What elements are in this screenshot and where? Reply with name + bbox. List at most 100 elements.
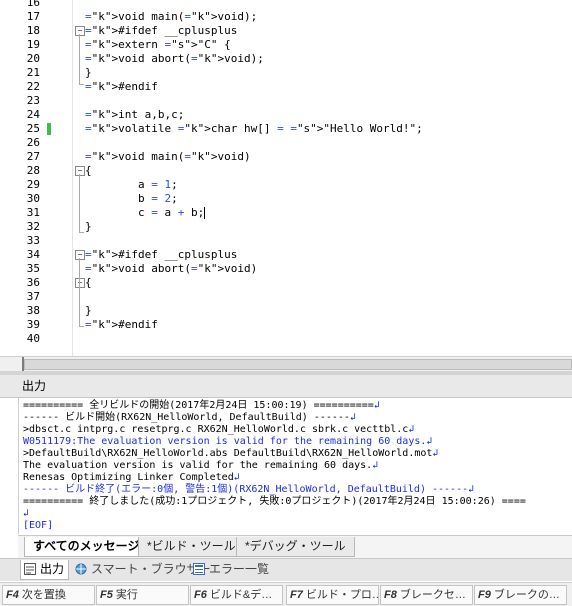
output-line: ------ ビルド開始(RX62N_HelloWorld, DefaultBu… xyxy=(23,412,356,423)
code-line[interactable]: 26 xyxy=(0,136,572,150)
line-number: 24 xyxy=(26,108,40,121)
function-key-f6-button[interactable]: F6 ビルド&デ… xyxy=(190,585,283,605)
function-key-f7-button[interactable]: F7 ビルド・プロ… xyxy=(286,585,379,605)
output-text-area[interactable]: ========== 全リビルドの開始(2017年2月24日 15:00:19)… xyxy=(18,398,572,534)
fold-toggle-icon[interactable]: − xyxy=(75,250,85,260)
smart-browser-icon xyxy=(75,563,87,575)
output-line: >dbsct.c intprg.c resetprg.c RX62N_Hello… xyxy=(23,424,415,435)
code-line[interactable]: 32} xyxy=(0,220,572,234)
code-line[interactable]: 35 ="k">void abort(="k">void) xyxy=(0,262,572,276)
code-text: { xyxy=(85,164,92,177)
code-line[interactable]: 24 ="k">int a,b,c; xyxy=(0,108,572,122)
line-number: 19 xyxy=(26,38,40,51)
code-line[interactable]: 20 ="k">void abort(="k">void); xyxy=(0,52,572,66)
text-caret xyxy=(204,207,206,219)
code-text: ="k">void main(="k">void) xyxy=(85,150,251,163)
line-break-glyph-icon: ↲ xyxy=(408,424,415,435)
code-text: ="k">volatile ="k">char hw[] = ="s">"Hel… xyxy=(85,122,423,135)
tab-output[interactable]: 出力 xyxy=(20,560,70,580)
line-break-glyph-icon: ↲ xyxy=(468,484,475,495)
line-number: 31 xyxy=(26,206,40,219)
line-number: 39 xyxy=(26,318,40,331)
code-line[interactable]: 23 xyxy=(0,94,572,108)
code-text: } xyxy=(85,66,92,79)
fold-guide-end xyxy=(79,326,84,327)
line-number: 30 xyxy=(26,192,40,205)
line-number: 40 xyxy=(26,332,40,345)
tab-build-tool[interactable]: *ビルド・ツール xyxy=(138,537,245,557)
function-key-f5-button[interactable]: F5 実行 xyxy=(96,585,189,605)
line-break-glyph-icon: ↲ xyxy=(23,508,30,519)
code-line[interactable]: 28 −{ xyxy=(0,164,572,178)
fold-toggle-icon[interactable]: − xyxy=(75,278,85,288)
line-break-glyph-icon: ↲ xyxy=(372,460,379,471)
output-icon xyxy=(24,563,36,575)
code-line[interactable]: 18 − ="k">#ifdef __cplusplus xyxy=(0,24,572,38)
output-line: ========== 終了しました(成功:1プロジェクト, 失敗:0プロジェクト… xyxy=(23,496,526,507)
line-number: 26 xyxy=(26,136,40,149)
line-number: 28 xyxy=(26,164,40,177)
code-line[interactable]: 29 a = 1; xyxy=(0,178,572,192)
function-key-bar: F4 次を置換 F5 実行 F6 ビルド&デ… F7 ビルド・プロ… F8 ブレークセ…… xyxy=(0,582,572,606)
line-break-glyph-icon: ↲ xyxy=(233,472,240,483)
output-line: >DefaultBuild\RX62N_HelloWorld.abs Defau… xyxy=(23,448,439,459)
line-number: 16 xyxy=(26,0,40,9)
function-key-f4-button[interactable]: F4 次を置換 xyxy=(2,585,95,605)
line-number: 36 xyxy=(26,276,40,289)
code-line[interactable]: 21} xyxy=(0,66,572,80)
code-text: ="k">#endif xyxy=(85,80,158,93)
output-line: The evaluation version is valid for the … xyxy=(23,460,379,471)
code-line[interactable]: 33 xyxy=(0,234,572,248)
function-key-f8-button[interactable]: F8 ブレークセ… xyxy=(380,585,473,605)
tab-all-messages[interactable]: すべてのメッセージ xyxy=(24,537,149,557)
line-number: 34 xyxy=(26,248,40,261)
line-break-glyph-icon: ↲ xyxy=(432,448,439,459)
line-number: 17 xyxy=(26,10,40,23)
code-line[interactable]: 40 xyxy=(0,332,572,346)
code-line[interactable]: 31 c = a + b; xyxy=(0,206,572,220)
code-line[interactable]: 34 − ="k">#ifdef __cplusplus xyxy=(0,248,572,262)
scrollbar-thumb[interactable] xyxy=(24,359,572,370)
code-text: ="k">void main(="k">void); xyxy=(85,10,258,23)
code-line[interactable]: 36 −{ xyxy=(0,276,572,290)
code-text: b = 2; xyxy=(85,192,178,205)
line-break-glyph-icon: ↲ xyxy=(426,436,433,447)
line-number: 21 xyxy=(26,66,40,79)
code-editor[interactable]: 16 17 ="k">void main(="k">void); 18− ="k">#i… xyxy=(0,0,572,356)
fold-toggle-icon[interactable]: − xyxy=(75,26,85,36)
line-number: 27 xyxy=(26,150,40,163)
line-number: 18 xyxy=(26,24,40,37)
code-line[interactable]: 25 ="k">volatile ="k">char hw[] = ="s">"H… xyxy=(0,122,572,136)
output-panel-title: 出力 xyxy=(0,375,572,398)
output-line: W0511179:The evaluation version is valid… xyxy=(23,436,433,447)
code-line[interactable]: 17 ="k">void main(="k">void); xyxy=(0,10,572,24)
panel-tabs: 出力 スマート・ブラウザー エラー一覧 xyxy=(0,558,572,581)
code-line[interactable]: 38} xyxy=(0,304,572,318)
code-line[interactable]: 37 xyxy=(0,290,572,304)
line-number: 37 xyxy=(26,290,40,303)
output-line: [EOF] xyxy=(23,520,54,531)
code-line[interactable]: 30 b = 2; xyxy=(0,192,572,206)
code-line[interactable]: 22 ="k">#endif xyxy=(0,80,572,94)
error-list-icon xyxy=(193,563,205,575)
function-key-f9-button[interactable]: F9 ブレークの… xyxy=(474,585,567,605)
code-text: { xyxy=(85,276,92,289)
code-line[interactable]: 39 ="k">#endif xyxy=(0,318,572,332)
code-text: ="k">int a,b,c; xyxy=(85,108,185,121)
code-line[interactable]: 16 xyxy=(0,0,572,10)
code-text: a = 1; xyxy=(85,178,178,191)
line-number: 35 xyxy=(26,262,40,275)
code-line[interactable]: 27 ="k">void main(="k">void) xyxy=(0,150,572,164)
fold-toggle-icon[interactable]: − xyxy=(75,166,85,176)
code-text: ="k">void abort(="k">void); xyxy=(85,52,264,65)
code-text: c = a + b; xyxy=(85,206,206,219)
output-line: ========== 全リビルドの開始(2017年2月24日 15:00:19)… xyxy=(23,400,380,411)
tab-error-list[interactable]: エラー一覧 xyxy=(190,560,273,579)
line-break-glyph-icon: ↲ xyxy=(349,412,356,423)
tab-debug-tool[interactable]: *デバッグ・ツール xyxy=(236,537,355,557)
editor-horizontal-scrollbar[interactable] xyxy=(0,356,572,371)
code-line[interactable]: 19 ="k">extern ="s">"C" { xyxy=(0,38,572,52)
fold-guide xyxy=(79,34,80,84)
output-line: Renesas Optimizing Linker Completed↲ xyxy=(23,472,240,483)
line-number: 29 xyxy=(26,178,40,191)
